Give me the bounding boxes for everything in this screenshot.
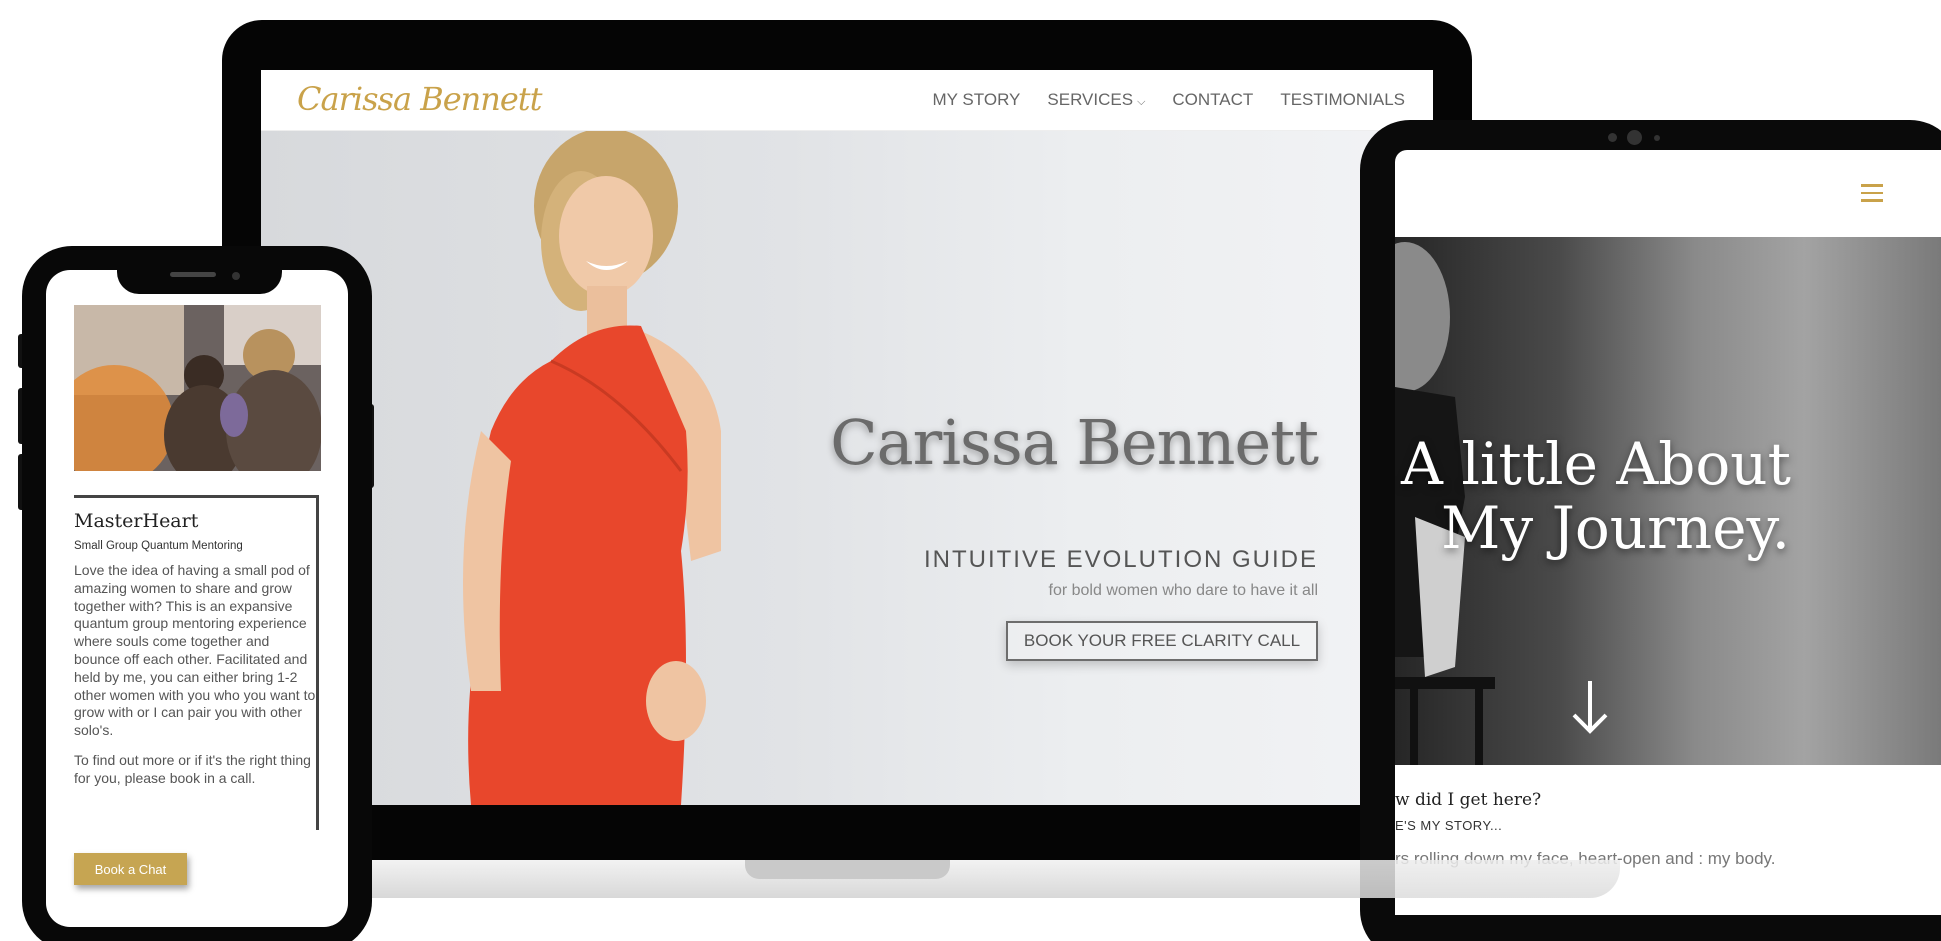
hero-portrait-image xyxy=(463,131,721,805)
laptop-base-edge xyxy=(1360,860,1620,898)
nav-item-contact[interactable]: CONTACT xyxy=(1172,90,1253,110)
card-body: Love the idea of having a small pod of a… xyxy=(74,562,319,800)
card-paragraph: Love the idea of having a small pod of a… xyxy=(74,562,316,739)
down-arrow-icon[interactable] xyxy=(1570,677,1610,737)
phone-screen: MasterHeart Small Group Quantum Mentorin… xyxy=(46,270,348,927)
hamburger-menu-icon[interactable] xyxy=(1861,184,1883,207)
tablet-sensor-icon xyxy=(1654,135,1660,141)
nav-item-testimonials[interactable]: TESTIMONIALS xyxy=(1280,90,1405,110)
story-subheading: E'S MY STORY... xyxy=(1395,818,1503,833)
card-subtitle: Small Group Quantum Mentoring xyxy=(74,540,243,552)
tablet-screen: A little About My Journey. w did I get h… xyxy=(1395,150,1941,915)
story-heading: w did I get here? xyxy=(1395,790,1542,810)
hero-title: Carissa Bennett xyxy=(830,406,1319,479)
hero-section: Carissa Bennett INTUITIVE EVOLUTION GUID… xyxy=(261,131,1433,805)
card-paragraph: To find out more or if it's the right th… xyxy=(74,751,311,786)
group-photo-image xyxy=(74,305,321,471)
laptop-notch xyxy=(745,860,950,879)
hero-tagline: for bold women who dare to have it all xyxy=(1048,582,1318,599)
phone-camera-icon xyxy=(232,272,240,280)
tablet-lens-icon xyxy=(1627,130,1642,145)
hero-subtitle: INTUITIVE EVOLUTION GUIDE xyxy=(923,546,1318,573)
laptop-screen: Carissa Bennett MY STORY SERVICES ⌵ CONTA… xyxy=(261,70,1433,805)
site-header: Carissa Bennett MY STORY SERVICES ⌵ CONTA… xyxy=(261,70,1433,131)
card-title: MasterHeart xyxy=(74,510,199,532)
main-nav: MY STORY SERVICES ⌵ CONTACT TESTIMONIALS xyxy=(933,90,1405,110)
tablet-hero-section: A little About My Journey. xyxy=(1395,237,1941,765)
tablet-hero-title-line1: A little About xyxy=(1401,430,1791,498)
nav-item-services-label: SERVICES xyxy=(1047,90,1134,109)
tablet-hero-title: A little About My Journey. xyxy=(1401,432,1791,560)
tablet-hero-title-line2: My Journey. xyxy=(1441,494,1791,562)
site-logo[interactable]: Carissa Bennett xyxy=(297,80,543,118)
tablet-camera-icon xyxy=(1608,133,1617,142)
book-clarity-call-button[interactable]: BOOK YOUR FREE CLARITY CALL xyxy=(1006,621,1318,661)
phone-speaker xyxy=(170,272,216,277)
book-a-chat-button[interactable]: Book a Chat xyxy=(74,853,187,885)
nav-item-my-story[interactable]: MY STORY xyxy=(933,90,1021,110)
chevron-down-icon: ⌵ xyxy=(1137,96,1146,108)
nav-item-services[interactable]: SERVICES ⌵ xyxy=(1047,90,1145,110)
